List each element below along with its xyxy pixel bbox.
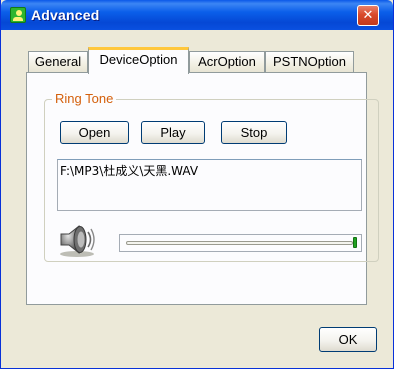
tab-pstnoption[interactable]: PSTNOption: [265, 51, 354, 73]
ring-tone-label: Ring Tone: [52, 91, 117, 106]
volume-slider[interactable]: [119, 234, 362, 252]
title-bar[interactable]: Advanced ✕: [1, 0, 393, 30]
tab-deviceoption[interactable]: DeviceOption: [88, 47, 189, 74]
app-icon: [10, 7, 26, 23]
volume-slider-track: [126, 241, 353, 245]
tab-general[interactable]: General: [28, 51, 88, 73]
open-button[interactable]: Open: [60, 121, 129, 144]
window-title: Advanced: [31, 7, 100, 23]
stop-button[interactable]: Stop: [221, 121, 287, 144]
play-button[interactable]: Play: [141, 121, 205, 144]
file-path-field[interactable]: F:\MP3\杜成义\天黑.WAV: [57, 159, 362, 211]
ok-button[interactable]: OK: [319, 327, 377, 352]
volume-slider-thumb[interactable]: [353, 237, 357, 248]
advanced-dialog: Advanced ✕ General DeviceOption AcrOptio…: [0, 0, 394, 369]
close-button[interactable]: ✕: [357, 5, 379, 26]
tab-acroption[interactable]: AcrOption: [189, 51, 265, 73]
speaker-icon: [57, 223, 97, 257]
